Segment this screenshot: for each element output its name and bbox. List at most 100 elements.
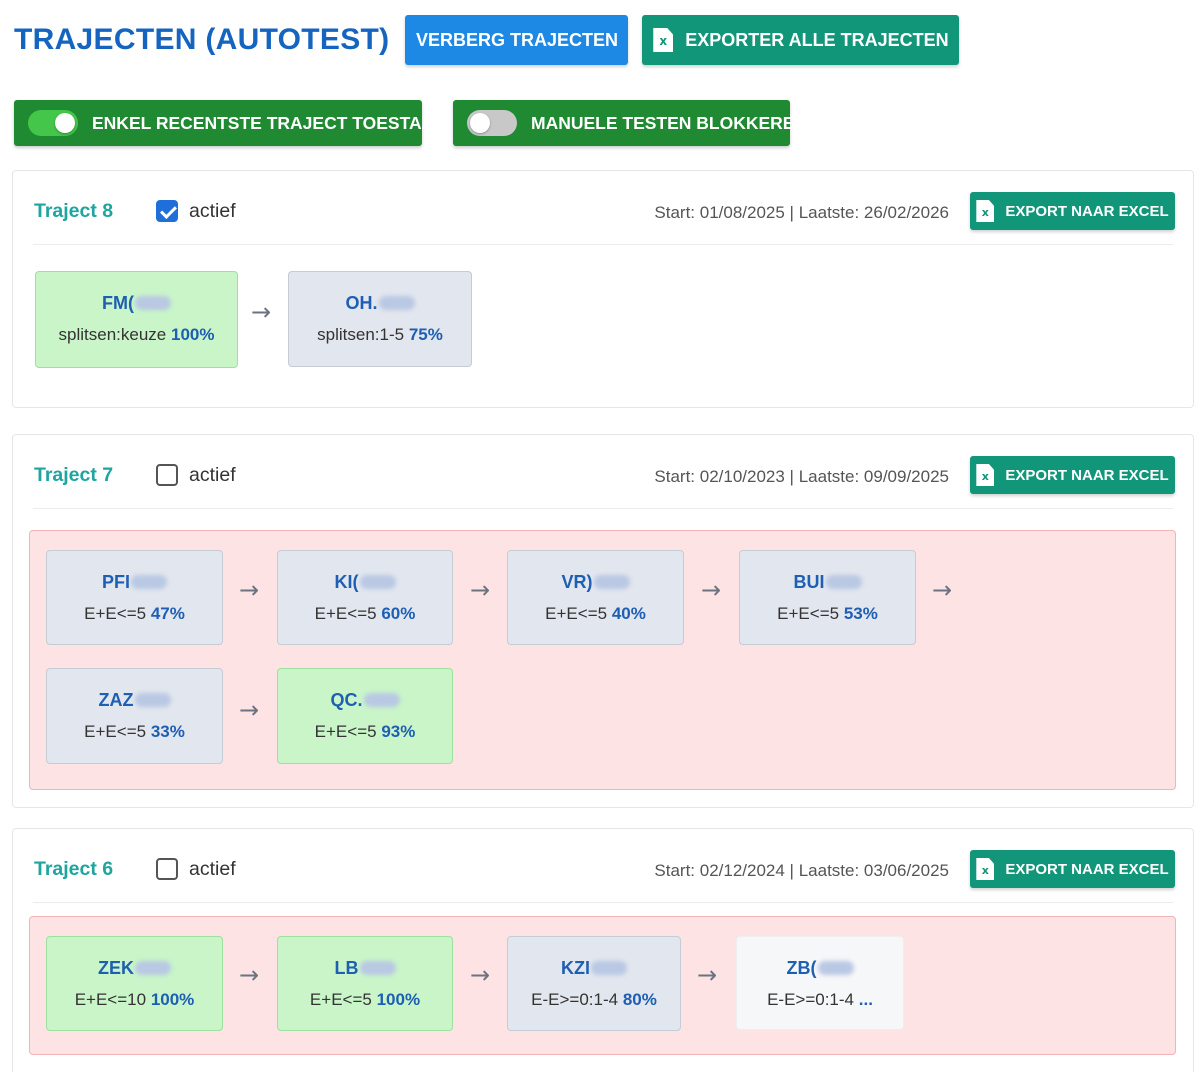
traject-card: Traject 6 actief Start: 02/12/2024 | Laa… [12, 828, 1194, 1072]
toggle-switch-off[interactable] [467, 110, 517, 136]
traject-title: Traject 8 [34, 200, 114, 222]
step-score: 40% [611, 604, 646, 623]
step-card[interactable]: ZB( E-E>=0:1-4 ... [736, 936, 904, 1030]
traject-steps-highlighted: PFI E+E<=5 47% → KI( E+E<=5 60% → VR) E+… [29, 530, 1176, 790]
step-code: ZEK [47, 958, 222, 980]
step-card[interactable]: OH. splitsen:1-5 75% [288, 271, 472, 367]
redacted-name [378, 296, 415, 310]
arrow-right-icon: → [239, 576, 260, 604]
redacted-name [825, 575, 862, 589]
active-label: actief [189, 858, 236, 880]
step-card[interactable]: KI( E+E<=5 60% [277, 550, 453, 645]
step-code: ZB( [737, 958, 903, 980]
step-code: OH. [289, 293, 471, 315]
step-score: 60% [381, 604, 416, 623]
step-score: 93% [381, 722, 416, 741]
step-code: QC. [278, 690, 452, 712]
arrow-right-icon: → [239, 961, 260, 989]
step-detail: E+E<=5 100% [309, 990, 421, 1009]
step-card[interactable]: BUI E+E<=5 53% [739, 550, 916, 645]
export-excel-button[interactable]: EXPORT NAAR EXCEL [970, 456, 1175, 494]
traject-dates: Start: 02/10/2023 | Laatste: 09/09/2025 [654, 467, 949, 486]
traject-dates: Start: 02/12/2024 | Laatste: 03/06/2025 [654, 861, 949, 880]
step-card[interactable]: ZAZ E+E<=5 33% [46, 668, 223, 764]
arrow-right-icon: → [251, 298, 272, 326]
traject-title: Traject 7 [34, 464, 114, 486]
step-code: ZAZ [47, 690, 222, 712]
export-excel-button[interactable]: EXPORT NAAR EXCEL [970, 192, 1175, 230]
export-all-trajects-button[interactable]: EXPORTER ALLE TRAJECTEN [642, 15, 960, 65]
export-label: EXPORT NAAR EXCEL [1005, 202, 1169, 220]
traject-steps-highlighted: ZEK E+E<=10 100% → LB E+E<=5 100% → KZI … [29, 916, 1176, 1055]
step-code: BUI [740, 572, 915, 594]
page-title: TRAJECTEN (AUTOTEST) [14, 23, 390, 56]
page-header: TRAJECTEN (AUTOTEST) VERBERG TRAJECTEN E… [14, 15, 960, 65]
excel-file-icon [653, 28, 674, 52]
only-most-recent-toggle[interactable]: ENKEL RECENTSTE TRAJECT TOESTAAN [14, 100, 447, 146]
toggle-label: ENKEL RECENTSTE TRAJECT TOESTAAN [92, 112, 447, 133]
excel-file-icon [976, 464, 995, 486]
step-detail: E+E<=10 100% [74, 990, 195, 1009]
toggle-label: MANUELE TESTEN BLOKKEREN [531, 112, 808, 133]
step-card[interactable]: QC. E+E<=5 93% [277, 668, 453, 764]
step-score: 47% [150, 604, 185, 623]
step-code: PFI [47, 572, 222, 594]
arrow-right-icon: → [701, 576, 722, 604]
active-label: actief [189, 200, 236, 222]
step-score: 33% [150, 722, 185, 741]
step-card[interactable]: VR) E+E<=5 40% [507, 550, 684, 645]
step-score: 100% [376, 990, 421, 1009]
traject-header: Traject 7 actief Start: 02/10/2023 | Laa… [33, 435, 1175, 509]
traject-title: Traject 6 [34, 858, 114, 880]
step-score: ... [858, 990, 873, 1009]
step-detail: E-E>=0:1-4 ... [767, 990, 873, 1009]
redacted-name [817, 961, 854, 975]
export-label: EXPORT NAAR EXCEL [1005, 860, 1169, 878]
redacted-name [134, 296, 171, 310]
arrow-right-icon: → [470, 576, 491, 604]
redacted-name [134, 693, 171, 707]
redacted-name [359, 961, 396, 975]
step-code: FM( [36, 293, 237, 315]
redacted-name [131, 575, 167, 589]
arrow-right-icon: → [932, 576, 953, 604]
step-card[interactable]: LB E+E<=5 100% [277, 936, 453, 1031]
step-card[interactable]: FM( splitsen:keuze 100% [35, 271, 238, 368]
export-all-label: EXPORTER ALLE TRAJECTEN [685, 29, 949, 50]
redacted-name [363, 693, 400, 707]
step-card[interactable]: PFI E+E<=5 47% [46, 550, 223, 645]
active-label: actief [189, 464, 236, 486]
traject-header: Traject 6 actief Start: 02/12/2024 | Laa… [33, 829, 1175, 903]
hide-trajects-button[interactable]: VERBERG TRAJECTEN [405, 15, 629, 65]
step-detail: splitsen:keuze 100% [58, 325, 215, 344]
active-checkbox[interactable] [156, 464, 178, 486]
step-code: LB [278, 958, 452, 980]
arrow-right-icon: → [697, 961, 718, 989]
block-manual-tests-toggle[interactable]: MANUELE TESTEN BLOKKEREN [453, 100, 807, 146]
step-card[interactable]: ZEK E+E<=10 100% [46, 936, 223, 1031]
redacted-name [135, 961, 171, 975]
step-detail: E+E<=5 53% [777, 604, 878, 623]
step-score: 100% [150, 990, 195, 1009]
active-checkbox[interactable] [156, 200, 178, 222]
step-score: 80% [622, 990, 657, 1009]
excel-file-icon [976, 200, 995, 222]
step-detail: E+E<=5 93% [314, 722, 416, 741]
toggle-switch-on[interactable] [28, 110, 78, 136]
step-code: VR) [508, 572, 683, 594]
step-detail: E-E>=0:1-4 80% [531, 990, 657, 1009]
redacted-name [591, 961, 627, 975]
export-excel-button[interactable]: EXPORT NAAR EXCEL [970, 850, 1175, 888]
active-checkbox[interactable] [156, 858, 178, 880]
arrow-right-icon: → [239, 696, 260, 724]
traject-card: Traject 7 actief Start: 02/10/2023 | Laa… [12, 434, 1194, 808]
step-code: KZI [508, 958, 680, 980]
step-card[interactable]: KZI E-E>=0:1-4 80% [507, 936, 681, 1031]
settings-toggles: ENKEL RECENTSTE TRAJECT TOESTAAN MANUELE… [14, 100, 807, 146]
excel-file-icon [976, 858, 995, 880]
redacted-name [359, 575, 396, 589]
step-code: KI( [278, 572, 452, 594]
redacted-name [593, 575, 630, 589]
arrow-right-icon: → [470, 961, 491, 989]
step-detail: E+E<=5 40% [545, 604, 646, 623]
